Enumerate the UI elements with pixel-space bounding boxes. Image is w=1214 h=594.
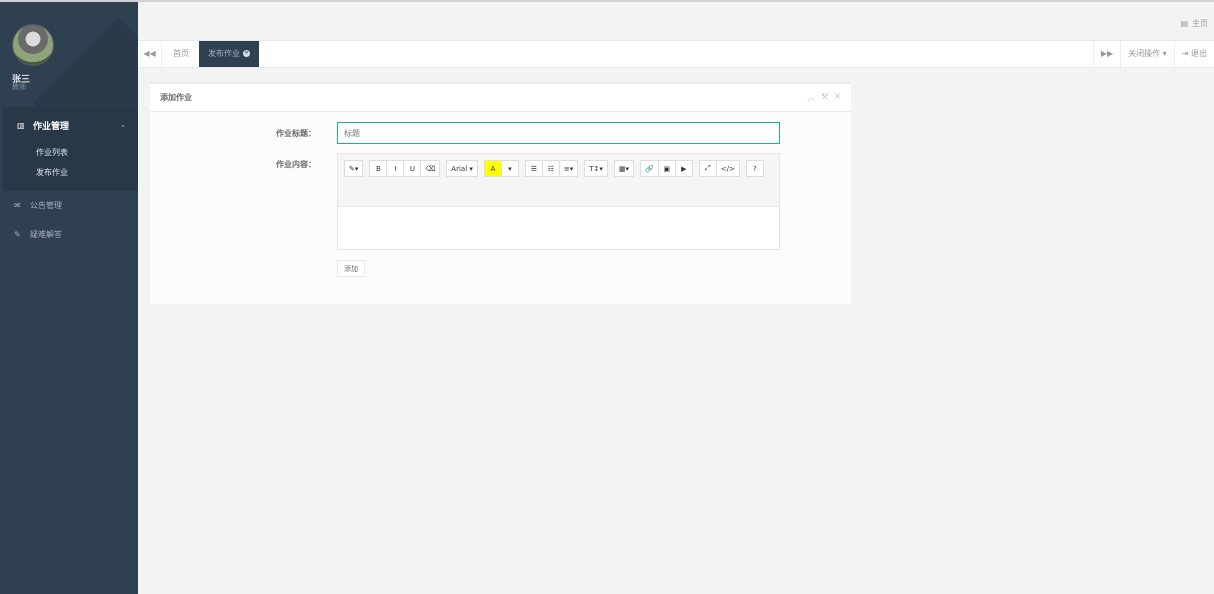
sidebar-item-label: 作业管理 (33, 121, 70, 132)
tab-publish-homework[interactable]: 发布作业 ✕ (199, 41, 259, 67)
edit-icon: ✎ (14, 230, 21, 239)
title-label: 作业标题： (276, 129, 316, 138)
toolbar-group: T↕▾ (584, 160, 608, 177)
toolbar-button[interactable]: 🔗 (640, 160, 659, 177)
toolbar-button[interactable]: Arial ▾ (446, 160, 478, 177)
user-role: 教师 (12, 83, 26, 91)
tab-scroll-right-button[interactable]: ▶▶ (1092, 41, 1120, 67)
sidebar-item-qa[interactable]: ✎ 疑难解答 (0, 220, 138, 249)
toolbar-group: ▦▾ (613, 160, 635, 177)
editor-toolbar: ✎▾ B I U ⌫ Arial ▾ A ▾ ☰ ☷ ≡▾ T↕▾ ▦▾ 🔗 ▣ ▶ ⤢ </>? (338, 154, 779, 207)
toolbar-button[interactable]: ▦▾ (613, 160, 635, 177)
toolbar-button[interactable]: ✎▾ (344, 160, 364, 177)
panel-tools: ︿ ⚒ ✕ (807, 92, 841, 103)
wrench-icon[interactable]: ⚒ (821, 92, 828, 103)
sidebar-item-label: 公告管理 (30, 201, 62, 210)
toolbar-button[interactable]: ▾ (500, 160, 519, 177)
nav-group-homework: ▥ 作业管理 ⌄ 作业列表 发布作业 (0, 107, 138, 191)
tab-bar-actions: ▶▶ 关闭操作 ▾ ⇥ 退出 (1092, 41, 1214, 67)
panel-body: 作业标题： 作业内容： ✎▾ BIU⌫ Arial ▾ A▾ ☰☷≡▾ T↕▾ ▦▾ 🔗▣▶ ⤢… (150, 112, 851, 304)
toolbar-button[interactable]: ≡▾ (558, 160, 579, 177)
toolbar-button[interactable]: ⤢ (698, 160, 717, 177)
toolbar-button[interactable]: ⌫ (420, 160, 441, 177)
tab-scroll-left-button[interactable]: ◀◀ (138, 41, 162, 67)
sidebar: 张三 教师 ▥ 作业管理 ⌄ 作业列表 发布作业 ✉ 公告管理 ✎ 疑难解答 (0, 0, 138, 594)
toolbar-group: ☰ ☷ ≡▾ (524, 160, 579, 177)
sidebar-item-announcements[interactable]: ✉ 公告管理 (0, 191, 138, 220)
toolbar-button[interactable]: B (369, 160, 388, 177)
toolbar-group: ✎▾ (344, 160, 364, 177)
chevron-down-icon: ⌄ (120, 121, 126, 129)
toolbar-group: Arial ▾ (446, 160, 478, 177)
sidebar-item-publish-homework[interactable]: 发布作业 (3, 163, 138, 183)
close-icon[interactable]: ✕ (834, 92, 841, 103)
close-operations-dropdown[interactable]: 关闭操作 ▾ (1120, 41, 1174, 67)
bar-chart-icon: ▥ (17, 120, 25, 130)
logout-button[interactable]: ⇥ 退出 (1173, 41, 1214, 67)
toolbar-button[interactable]: ☷ (541, 160, 560, 177)
home-label: 主页 (1192, 19, 1208, 28)
add-homework-panel: 添加作业 ︿ ⚒ ✕ 作业标题： 作业内容： ✎▾ BIU⌫ Arial ▾ A▾ ☰☷… (150, 82, 851, 304)
sidebar-item-homework-list[interactable]: 作业列表 (3, 143, 138, 163)
avatar[interactable] (12, 24, 54, 66)
toolbar-group: 🔗 ▣ ▶ (640, 160, 693, 177)
title-input[interactable] (337, 122, 780, 144)
panel-title: 添加作业 (160, 93, 192, 102)
toolbar-button[interactable]: ☰ (524, 160, 543, 177)
toolbar-group: A ▾ (483, 160, 519, 177)
toolbar-button[interactable]: ▶ (674, 160, 693, 177)
close-icon[interactable]: ✕ (243, 50, 250, 57)
toolbar-group: B I U ⌫ (369, 160, 441, 177)
tab-label: 首页 (173, 49, 189, 58)
panel-header: 添加作业 ︿ ⚒ ✕ (150, 84, 851, 112)
home-icon: ▤ (1180, 19, 1188, 28)
toolbar-button[interactable]: A (483, 160, 502, 177)
toolbar-button[interactable]: T↕▾ (584, 160, 608, 177)
top-navbar: ▤ 主页 (138, 0, 1214, 41)
envelope-icon: ✉ (14, 201, 21, 210)
editor-content-area[interactable] (338, 207, 779, 250)
toolbar-group: ⤢ </> (698, 160, 740, 177)
sidebar-nav: ▥ 作业管理 ⌄ 作业列表 发布作业 ✉ 公告管理 ✎ 疑难解答 (0, 107, 138, 249)
logout-icon: ⇥ (1181, 49, 1191, 58)
toolbar-button[interactable]: ▣ (657, 160, 676, 177)
rich-text-editor: ✎▾ B I U ⌫ Arial ▾ A ▾ ☰ ☷ ≡▾ T↕▾ ▦▾ 🔗 ▣ ▶ ⤢ </>? (337, 153, 780, 250)
tab-label: 发布作业 (208, 49, 240, 58)
user-profile: 张三 教师 (0, 2, 138, 107)
toolbar-button[interactable]: I (386, 160, 405, 177)
tab-bar: ◀◀ 首页 发布作业 ✕ ▶▶ 关闭操作 ▾ ⇥ 退出 (138, 41, 1214, 68)
home-link[interactable]: ▤ 主页 (1180, 18, 1208, 29)
add-button[interactable]: 添加 (337, 260, 365, 277)
toolbar-button[interactable]: ? (745, 160, 764, 177)
tab-home[interactable]: 首页 (164, 41, 198, 67)
collapse-icon[interactable]: ︿ (807, 92, 815, 103)
toolbar-button[interactable]: </> (715, 160, 740, 177)
toolbar-group: ? (745, 160, 764, 177)
content-label: 作业内容： (276, 160, 316, 169)
sidebar-item-label: 疑难解答 (30, 230, 62, 239)
toolbar-button[interactable]: U (403, 160, 422, 177)
sidebar-item-homework-management[interactable]: ▥ 作业管理 ⌄ (3, 107, 138, 143)
